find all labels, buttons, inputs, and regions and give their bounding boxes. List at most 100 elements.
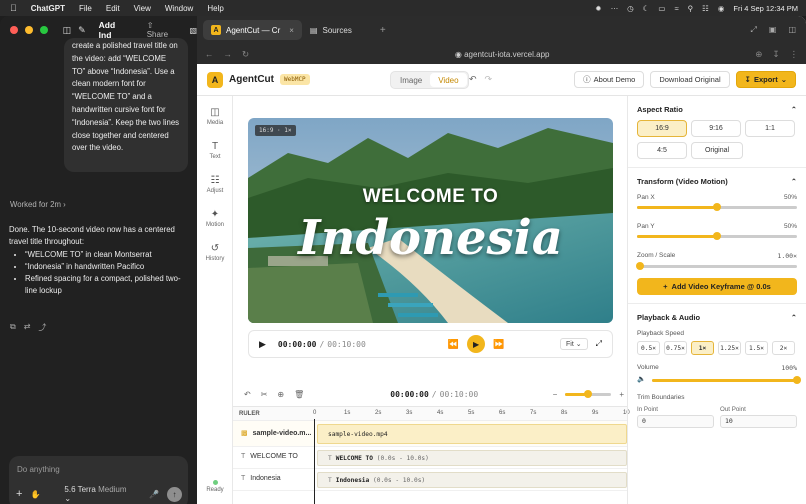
video-clip[interactable]: sample-video.mp4 xyxy=(317,424,627,444)
tab-agentcut[interactable]: A AgentCut — Cr × xyxy=(203,20,302,40)
video-preview[interactable]: 16:9 · 1× WELCOME TO Indonesia xyxy=(248,118,613,323)
more-icon[interactable]: ⋮ xyxy=(790,49,799,60)
zoom-knob[interactable] xyxy=(636,262,645,270)
speed-0-75[interactable]: 0.75× xyxy=(664,341,687,355)
fast-forward-icon[interactable]: ⏩ xyxy=(493,339,504,350)
add-circle-icon[interactable]: ⊕ xyxy=(277,390,284,399)
speed-1-25[interactable]: 1.25× xyxy=(718,341,741,355)
zoom-slider[interactable] xyxy=(636,262,797,270)
timeline-zoom-slider[interactable] xyxy=(565,390,612,398)
in-point-input[interactable]: 0 xyxy=(637,415,714,428)
apple-icon[interactable]:  xyxy=(10,3,17,13)
redo-icon[interactable]: ↷ xyxy=(485,74,493,85)
zoom-out-icon[interactable]: − xyxy=(553,390,558,399)
branch-icon[interactable]: ⇄ xyxy=(24,322,31,333)
video-track[interactable]: ▩ sample-video.m... sample-video.mp4 xyxy=(233,421,627,447)
menu-edit[interactable]: Edit xyxy=(106,4,120,13)
ratio-16-9[interactable]: 16:9 xyxy=(637,120,687,137)
split-view-icon[interactable]: ▧ xyxy=(189,26,197,35)
siri-icon[interactable]: ◉ xyxy=(718,4,725,13)
sidebar-toggle-icon[interactable]: ◫ xyxy=(788,25,796,35)
expand-icon[interactable]: ⤢ xyxy=(750,25,756,35)
text-track-indonesia[interactable]: T Indonesia T Indonesia (0.0s - 10.0s) xyxy=(233,469,627,491)
menu-app-name[interactable]: ChatGPT xyxy=(31,4,65,13)
share-button[interactable]: ⇧ Share xyxy=(147,21,177,39)
ratio-original[interactable]: Original xyxy=(691,142,743,159)
back-icon[interactable]: ← xyxy=(205,49,214,59)
menu-help[interactable]: Help xyxy=(207,4,223,13)
sidebar-item-motion[interactable]: ✦ Motion xyxy=(197,209,233,228)
plus-icon[interactable]: + xyxy=(16,488,22,500)
new-tab-icon[interactable]: + xyxy=(380,25,386,36)
ratio-9-16[interactable]: 9:16 xyxy=(691,120,741,137)
forward-icon[interactable]: → xyxy=(224,49,233,59)
chat-composer[interactable]: Do anything + ✋ 5.6 Terra Medium ⌄ 🎤 ↑ xyxy=(9,456,188,504)
pan-y-knob[interactable] xyxy=(713,232,721,240)
moon-icon[interactable]: ☾ xyxy=(643,4,650,13)
playhead[interactable] xyxy=(314,419,315,504)
zoom-window-button[interactable] xyxy=(39,26,48,34)
hand-icon[interactable]: ✋ xyxy=(30,490,40,499)
export-button[interactable]: ↧ Export ⌄ xyxy=(735,71,796,88)
share-icon[interactable]: ⤴ xyxy=(38,322,46,333)
sidebar-item-media[interactable]: ◫ Media xyxy=(197,107,233,126)
zoom-knob[interactable] xyxy=(584,390,593,398)
volume-slider[interactable] xyxy=(651,376,801,384)
control-center-icon[interactable]: ☷ xyxy=(702,4,709,13)
play-icon[interactable]: ▶ xyxy=(259,339,266,350)
volume-knob[interactable] xyxy=(793,376,801,384)
undo-icon[interactable]: ↶ xyxy=(244,390,251,399)
mode-image[interactable]: Image xyxy=(392,73,430,87)
speed-1-5[interactable]: 1.5× xyxy=(745,341,768,355)
aspect-ratio-header[interactable]: Aspect Ratio ⌃ xyxy=(637,105,797,114)
fullscreen-icon[interactable]: ⤢ xyxy=(596,339,602,349)
about-demo-button[interactable]: ⓘ About Demo xyxy=(574,71,645,88)
composer-input[interactable]: Do anything xyxy=(17,465,60,474)
title-indonesia[interactable]: Indonesia xyxy=(248,210,613,266)
menu-view[interactable]: View xyxy=(134,4,151,13)
close-tab-icon[interactable]: × xyxy=(289,26,294,35)
timer-icon[interactable]: ◷ xyxy=(627,4,634,13)
minimize-window-button[interactable] xyxy=(24,26,33,34)
sidebar-item-adjust[interactable]: ☷ Adjust xyxy=(197,175,233,194)
text-track-welcome[interactable]: T WELCOME TO T WELCOME TO (0.0s - 10.0s) xyxy=(233,447,627,469)
dots-icon[interactable]: ⋯ xyxy=(611,4,619,13)
sidebar-icon[interactable]: ◫ xyxy=(63,25,72,36)
search-icon[interactable]: ⚲ xyxy=(688,4,694,13)
microphone-icon[interactable]: 🎤 xyxy=(149,490,159,499)
speed-2[interactable]: 2× xyxy=(772,341,795,355)
menu-window[interactable]: Window xyxy=(165,4,193,13)
speed-1[interactable]: 1× xyxy=(691,341,714,355)
download-original-button[interactable]: Download Original xyxy=(650,71,730,88)
reload-icon[interactable]: ↻ xyxy=(242,49,249,60)
text-clip-welcome[interactable]: T WELCOME TO (0.0s - 10.0s) xyxy=(317,450,627,466)
sidebar-item-text[interactable]: T Text xyxy=(197,141,233,160)
pan-y-slider[interactable] xyxy=(637,232,797,240)
menu-clock[interactable]: Fri 4 Sep 12:34 PM xyxy=(733,4,798,13)
title-welcome-to[interactable]: WELCOME TO xyxy=(248,186,613,208)
ratio-1-1[interactable]: 1:1 xyxy=(745,120,795,137)
scissors-icon[interactable]: ✂ xyxy=(261,390,268,399)
undo-icon[interactable]: ↶ xyxy=(469,74,477,85)
window-icon[interactable]: ▣ xyxy=(769,25,777,35)
fit-select[interactable]: Fit ⌄ xyxy=(560,338,588,350)
add-keyframe-button[interactable]: + Add Video Keyframe @ 0.0s xyxy=(637,278,797,295)
out-point-input[interactable]: 10 xyxy=(720,415,797,428)
ratio-4-5[interactable]: 4:5 xyxy=(637,142,687,159)
sidebar-item-history[interactable]: ↺ History xyxy=(197,243,233,262)
battery-icon[interactable]: ▭ xyxy=(658,4,665,13)
worked-for-toggle[interactable]: Worked for 2m › xyxy=(10,200,66,209)
pan-x-knob[interactable] xyxy=(713,203,721,211)
url-field[interactable]: ◉ agentcut-iota.vercel.app xyxy=(259,50,745,59)
download-icon[interactable]: ↧ xyxy=(772,49,779,60)
zoom-in-icon[interactable]: + xyxy=(619,390,624,399)
playback-header[interactable]: Playback & Audio ⌃ xyxy=(637,313,797,322)
mode-video[interactable]: Video xyxy=(430,73,467,87)
speaker-icon[interactable]: 🔈 xyxy=(637,375,646,383)
new-chat-icon[interactable]: ✎ xyxy=(78,25,86,36)
send-button[interactable]: ↑ xyxy=(167,486,182,502)
transform-header[interactable]: Transform (Video Motion) ⌃ xyxy=(637,177,797,186)
trash-icon[interactable]: 🗑 xyxy=(294,390,304,399)
copy-icon[interactable]: ⧉ xyxy=(10,322,16,333)
speed-0-5[interactable]: 0.5× xyxy=(637,341,660,355)
